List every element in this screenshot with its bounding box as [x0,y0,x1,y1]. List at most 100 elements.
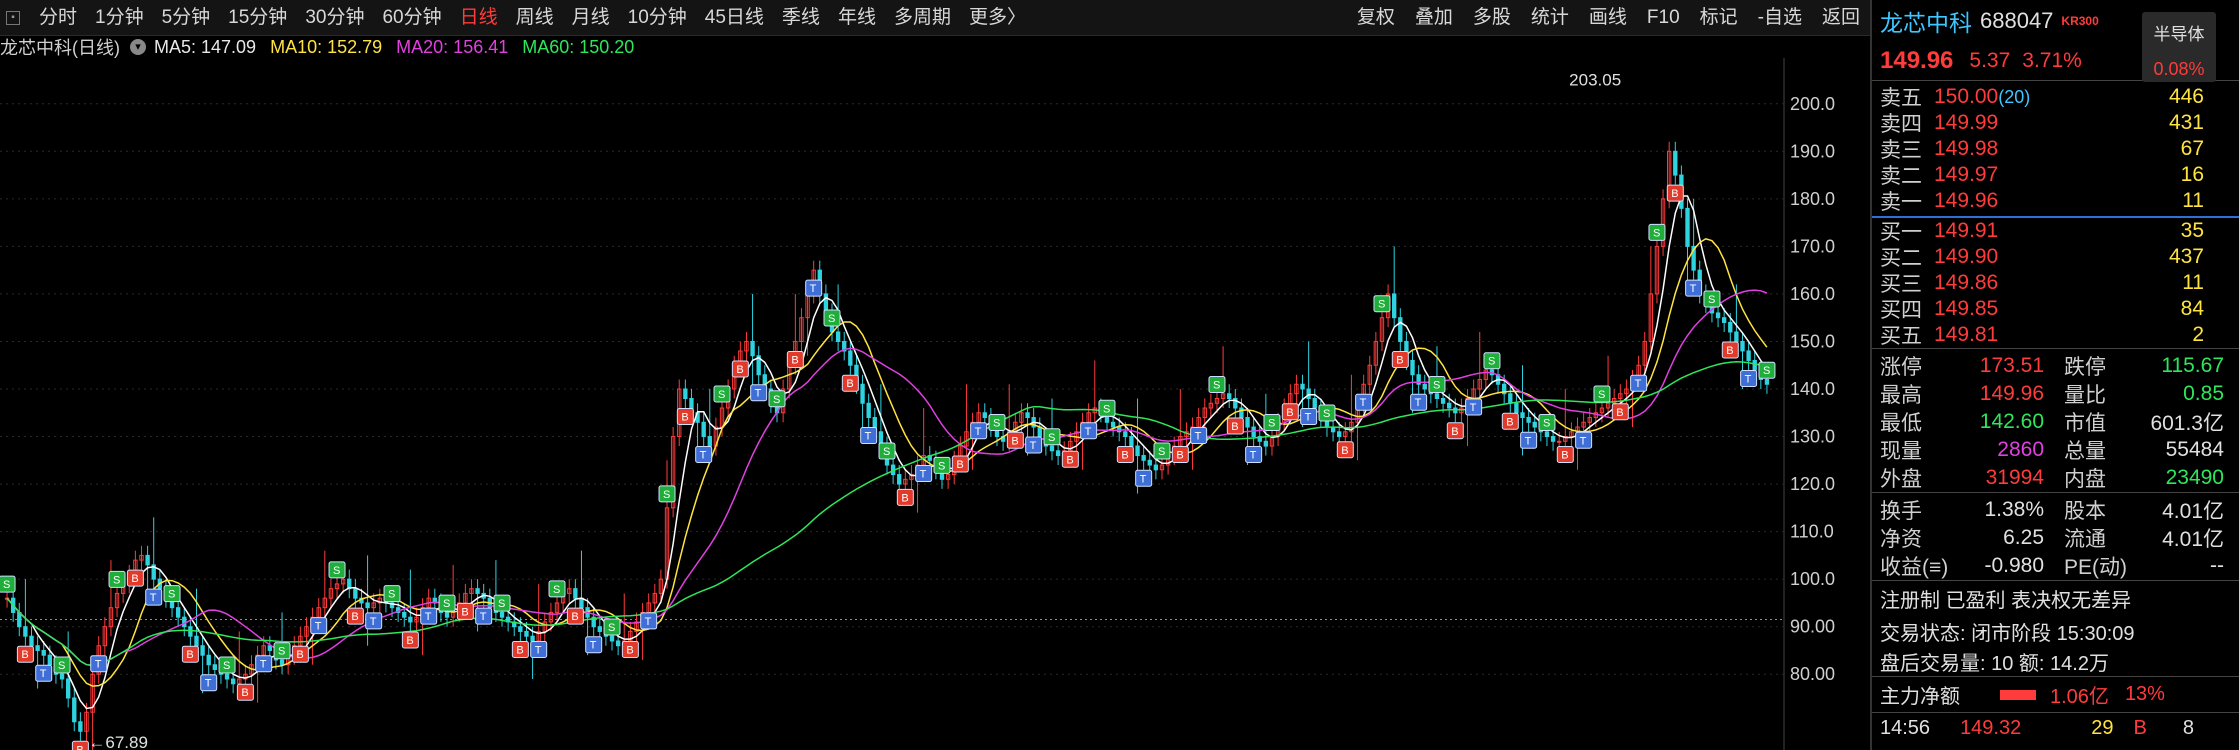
candle-body [707,436,712,447]
period-tab[interactable]: 30分钟 [296,0,373,36]
candle-body [206,654,211,666]
bids-row[interactable]: 买四 149.85 84 [1872,296,2239,322]
toolbar-button[interactable]: 叠加 [1405,0,1463,36]
trade-marker-label: S [718,389,725,401]
period-tab[interactable]: 多周期 [885,0,960,36]
candle-body [524,630,529,637]
toolbar-button[interactable]: 标记 [1690,0,1748,36]
y-tick-label: 150.0 [1790,331,1835,351]
bids-row[interactable]: 买三 149.86 11 [1872,270,2239,296]
candle-body [1227,393,1232,400]
ma10-label: MA10: 152.79 [270,36,383,57]
y-tick-label: 200.0 [1790,94,1835,114]
menu-icon[interactable]: ▪ [6,10,20,25]
stat-key: 量比 [2064,384,2106,407]
trade-marker-label: T [1415,397,1422,409]
bids-row[interactable]: 买二 149.90 437 [1872,244,2239,270]
candlestick-chart[interactable]: 200.0 190.0 180.0 170.0 160.0 150.0 140.0 130.0… [0,58,1866,750]
stat-value: 6.25 [2003,526,2044,549]
tick-vol: 29 [2091,717,2114,739]
sector-badge[interactable]: 半导体 0.08% [2142,12,2216,82]
toolbar-button[interactable]: 画线 [1579,0,1637,36]
stat-row: 现量 2860 总量 55484 [1872,436,2239,464]
candle-body [353,588,358,599]
stat-key: 外盘 [1880,468,1922,491]
period-tab[interactable]: 日线 [451,0,507,36]
period-tab[interactable]: 60分钟 [373,0,450,36]
trade-marker-label: B [296,649,303,661]
period-tab[interactable]: 季线 [773,0,829,36]
candle-body [1398,317,1403,342]
sector-label: 半导体 [2153,25,2205,44]
asks-row[interactable]: 卖三 149.98 67 [1872,136,2239,162]
bids-row[interactable]: 买五 149.81 2 [1872,322,2239,348]
toolbar-button[interactable]: -自选 [1748,0,1812,36]
trade-marker-label: B [626,644,633,656]
stat-row: 净资 6.25 流通 4.01亿 [1872,524,2239,552]
price-change-pct: 3.71% [2022,49,2082,72]
toolbar-button[interactable]: F10 [1637,0,1690,36]
period-tab[interactable]: 周线 [507,0,563,36]
candle-body [444,611,450,618]
low-annotation: ←67.89 [88,733,148,750]
y-tick-label: 90.00 [1790,617,1835,637]
stat-row: 最低 142.60 市值 601.3亿 [1872,408,2239,436]
dropdown-icon[interactable]: ▾ [130,39,146,55]
candle-body [1514,402,1519,414]
period-tab[interactable]: 更多〉 [960,0,1035,36]
tick-time: 14:56 [1880,717,1931,739]
bids-price: 149.91 [1934,219,2084,243]
candle-body [194,635,199,647]
period-tab[interactable]: 10分钟 [619,0,696,36]
stat-key: 总量 [2064,440,2106,463]
stat-key: 跌停 [2064,356,2106,379]
candle-body [1147,459,1152,466]
bids-row[interactable]: 买一 149.91 35 [1872,218,2239,244]
stat-key: 净资 [1880,528,1922,551]
stat-row: 外盘 31994 内盘 23490 [1872,464,2239,492]
period-tab[interactable]: 15分钟 [219,0,296,36]
period-tab[interactable]: 1分钟 [86,0,153,36]
period-tab[interactable]: 月线 [563,0,619,36]
trade-marker-label: B [131,573,138,585]
trade-marker-label: B [1506,416,1513,428]
asks-row[interactable]: 卖五 150.00(20) 446 [1872,84,2239,110]
trade-marker-label: S [1378,299,1385,311]
candle-body [1300,383,1305,390]
trade-marker-label: B [516,644,523,656]
trade-marker-label: B [736,364,743,376]
tick-n: 8 [2182,717,2194,739]
period-tab[interactable]: 年线 [829,0,885,36]
trade-marker-label: B [571,611,578,623]
toolbar-button[interactable]: 返回 [1812,0,1870,36]
asks-row[interactable]: 卖一 149.96 11 [1872,188,2239,214]
toolbar-button[interactable]: 统计 [1521,0,1579,36]
asks-row[interactable]: 卖二 149.97 16 [1872,162,2239,188]
trade-marker-label: T [1580,435,1587,447]
period-tab[interactable]: 5分钟 [153,0,220,36]
stat-value: 115.67 [2161,354,2224,377]
trade-marker-label: S [828,313,835,325]
period-tab[interactable]: 分时 [30,0,86,36]
stat-key: 收益(≡) [1880,556,1949,579]
trade-marker-label: S [333,565,340,577]
candle-body [1721,317,1727,323]
asks-volume: 431 [2168,111,2204,134]
candle-body [1520,412,1525,419]
toolbar-button[interactable]: 复权 [1347,0,1405,36]
trade-marker-label: S [58,660,65,672]
trade-marker-label: T [1525,435,1532,447]
period-tab[interactable]: 45日线 [696,0,773,36]
candle-body [597,626,602,632]
asks-row[interactable]: 卖四 149.99 431 [1872,110,2239,136]
stat-row: 收益(≡) -0.980 PE(动) -- [1872,552,2239,580]
candle-body [1764,378,1770,385]
toolbar-button[interactable]: 多股 [1463,0,1521,36]
stat-row: 涨停 173.51 跌停 115.67 [1872,352,2239,380]
trade-marker-label: B [1671,188,1678,200]
trade-marker-label: T [205,678,212,690]
candle-body [230,678,236,685]
stat-key: 现量 [1880,440,1922,463]
candle-body [1746,350,1751,361]
candle-body [188,626,193,637]
